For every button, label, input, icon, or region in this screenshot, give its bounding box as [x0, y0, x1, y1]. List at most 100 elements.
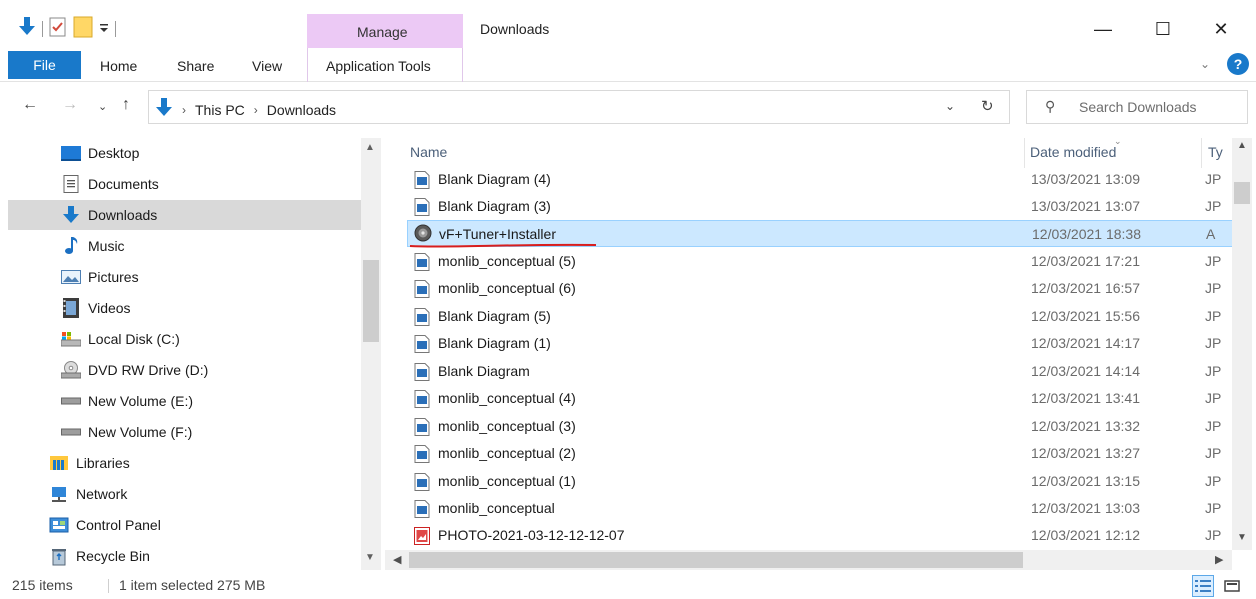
maximize-button[interactable]: ☐ [1140, 14, 1186, 44]
scroll-right-icon[interactable]: ▶ [1215, 553, 1223, 566]
nav-item-dvd-rw-drive-d[interactable]: DVD RW Drive (D:) [8, 355, 361, 385]
search-input[interactable] [1079, 97, 1244, 117]
nav-item-new-volume-e[interactable]: New Volume (E:) [8, 386, 361, 416]
refresh-icon[interactable]: ↻ [981, 97, 994, 115]
file-name: monlib_conceptual (1) [438, 473, 576, 489]
file-row[interactable]: monlib_conceptual (5) 12/03/2021 17:21 J… [407, 248, 1235, 275]
image-file-icon [414, 198, 430, 216]
file-row[interactable]: Blank Diagram 12/03/2021 14:14 JP [407, 358, 1235, 385]
image-file-icon [414, 445, 430, 463]
nav-item-label: Videos [88, 300, 131, 316]
scrollbar-thumb[interactable] [1234, 182, 1250, 204]
nav-item-label: Recycle Bin [76, 548, 150, 564]
scroll-up-icon[interactable]: ▲ [1237, 140, 1247, 151]
file-type: JP [1205, 171, 1222, 187]
tab-file[interactable]: File [8, 51, 81, 79]
file-row[interactable]: monlib_conceptual (6) 12/03/2021 16:57 J… [407, 275, 1235, 302]
nav-item-downloads[interactable]: Downloads [8, 200, 361, 230]
help-button[interactable]: ? [1227, 53, 1249, 75]
scroll-down-icon[interactable]: ▼ [1237, 532, 1247, 543]
minimize-button[interactable]: — [1080, 14, 1126, 44]
file-row[interactable]: Blank Diagram (3) 13/03/2021 13:07 JP [407, 193, 1235, 220]
file-name: monlib_conceptual (2) [438, 445, 576, 461]
photo-file-icon [414, 527, 430, 545]
file-row[interactable]: Blank Diagram (1) 12/03/2021 14:17 JP [407, 330, 1235, 357]
image-file-icon [414, 335, 430, 353]
address-bar[interactable]: › This PC › Downloads ⌄ ↻ [148, 90, 1010, 124]
column-header-type[interactable]: Ty [1208, 144, 1223, 160]
file-type: JP [1205, 500, 1222, 516]
file-name: monlib_conceptual (6) [438, 280, 576, 296]
nav-item-desktop[interactable]: Desktop [8, 138, 361, 168]
file-name: monlib_conceptual (4) [438, 390, 576, 406]
file-row[interactable]: monlib_conceptual (1) 12/03/2021 13:15 J… [407, 468, 1235, 495]
drive-icon [60, 390, 82, 412]
nav-item-pictures[interactable]: Pictures [8, 262, 361, 292]
customize-toolbar-icon[interactable] [99, 21, 109, 37]
file-date-modified: 13/03/2021 13:09 [1031, 171, 1140, 187]
downloads-arrow-icon[interactable] [18, 17, 36, 40]
file-row[interactable]: Blank Diagram (5) 12/03/2021 15:56 JP [407, 303, 1235, 330]
nav-item-network[interactable]: Network [8, 479, 361, 509]
column-divider[interactable] [1024, 138, 1025, 168]
file-row[interactable]: monlib_conceptual (4) 12/03/2021 13:41 J… [407, 385, 1235, 412]
manage-contextual-tab[interactable]: Manage [307, 14, 463, 48]
pictures-icon [60, 266, 82, 288]
tab-view[interactable]: View [252, 58, 282, 74]
file-date-modified: 12/03/2021 13:27 [1031, 445, 1140, 461]
back-arrow-icon[interactable]: ← [22, 96, 38, 114]
nav-item-documents[interactable]: Documents [8, 169, 361, 199]
forward-arrow-icon[interactable]: → [62, 96, 78, 114]
column-divider[interactable] [1201, 138, 1202, 168]
properties-icon[interactable] [49, 17, 67, 40]
breadcrumb-separator-icon[interactable]: › [182, 103, 186, 117]
tab-home[interactable]: Home [100, 58, 137, 74]
up-arrow-icon[interactable]: ↑ [122, 96, 130, 114]
nav-item-music[interactable]: Music [8, 231, 361, 261]
nav-item-label: Pictures [88, 269, 139, 285]
breadcrumb-separator-icon[interactable]: › [254, 103, 258, 117]
music-icon [60, 235, 82, 257]
address-dropdown-icon[interactable]: ⌄ [945, 99, 955, 113]
dvd-drive-icon [60, 359, 82, 381]
scroll-left-icon[interactable]: ◀ [393, 553, 401, 566]
search-box[interactable]: ⚲ [1026, 90, 1248, 124]
nav-item-videos[interactable]: Videos [8, 293, 361, 323]
details-view-icon [1195, 580, 1211, 592]
file-row[interactable]: monlib_conceptual (3) 12/03/2021 13:32 J… [407, 413, 1235, 440]
file-name: monlib_conceptual (3) [438, 418, 576, 434]
scroll-down-icon[interactable]: ▼ [365, 552, 375, 563]
large-icons-view-button[interactable] [1221, 575, 1243, 597]
recent-locations-chevron-icon[interactable]: ⌄ [98, 100, 107, 113]
breadcrumb-this-pc[interactable]: This PC [195, 102, 245, 118]
column-header-date-modified[interactable]: Date modified [1030, 144, 1116, 160]
nav-item-new-volume-f[interactable]: New Volume (F:) [8, 417, 361, 447]
toolbar-separator [42, 20, 43, 37]
close-button[interactable]: ✕ [1198, 14, 1244, 44]
tab-application-tools[interactable]: Application Tools [307, 48, 463, 82]
scrollbar-thumb[interactable] [409, 552, 1023, 568]
file-row[interactable]: monlib_conceptual 12/03/2021 13:03 JP [407, 495, 1235, 522]
file-type: JP [1205, 335, 1222, 351]
file-list-horizontal-scrollbar[interactable]: ◀ ▶ [385, 550, 1232, 570]
expand-ribbon-icon[interactable]: ⌄ [1200, 57, 1210, 71]
breadcrumb-downloads[interactable]: Downloads [267, 102, 336, 118]
file-date-modified: 12/03/2021 13:41 [1031, 390, 1140, 406]
scroll-up-icon[interactable]: ▲ [365, 142, 375, 153]
image-file-icon [414, 171, 430, 189]
new-folder-icon[interactable] [73, 16, 93, 41]
nav-item-libraries[interactable]: Libraries [8, 448, 361, 478]
nav-item-local-disk-c[interactable]: Local Disk (C:) [8, 324, 361, 354]
column-header-name[interactable]: Name [410, 144, 447, 160]
file-row[interactable]: PHOTO-2021-03-12-12-12-07 12/03/2021 12:… [407, 522, 1235, 549]
item-count: 215 items [12, 577, 73, 593]
nav-item-control-panel[interactable]: Control Panel [8, 510, 361, 540]
file-list-vertical-scrollbar[interactable]: ▲ ▼ [1232, 138, 1252, 550]
details-view-button[interactable] [1192, 575, 1214, 597]
scrollbar-thumb[interactable] [363, 260, 379, 342]
file-row[interactable]: monlib_conceptual (2) 12/03/2021 13:27 J… [407, 440, 1235, 467]
navigation-pane-scrollbar[interactable]: ▲ ▼ [361, 138, 381, 570]
tab-share[interactable]: Share [177, 58, 214, 74]
nav-item-recycle-bin[interactable]: Recycle Bin [8, 541, 361, 571]
file-row[interactable]: Blank Diagram (4) 13/03/2021 13:09 JP [407, 166, 1235, 193]
